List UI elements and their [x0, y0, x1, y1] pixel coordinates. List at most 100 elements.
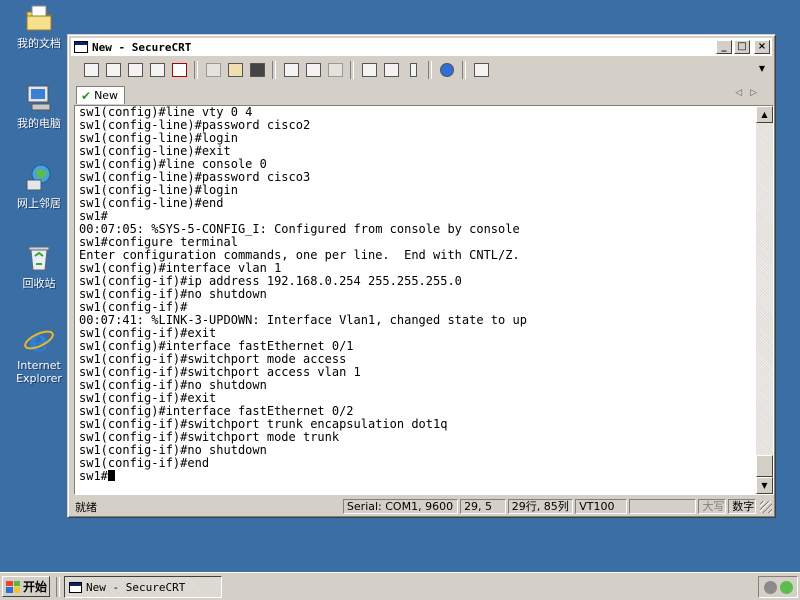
disconnect-button[interactable]	[168, 60, 190, 80]
connect-tab-icon	[127, 63, 143, 77]
windows-logo-icon	[6, 580, 20, 593]
toolbar-chevron-icon[interactable]: ▼	[759, 64, 765, 73]
session-tab-bar: ✔ New ◁▷	[74, 85, 769, 106]
status-num-lock: 数字	[728, 499, 757, 514]
terminal-prompt-line[interactable]: sw1#	[79, 470, 755, 483]
binoculars-icon	[249, 63, 265, 77]
text-cursor	[107, 470, 115, 481]
printer-icon	[327, 63, 343, 77]
toolbar-separator	[350, 61, 354, 79]
gear-icon	[383, 63, 399, 77]
print-button[interactable]	[280, 60, 302, 80]
terminal-output[interactable]: sw1(config)#line vty 0 4 sw1(config-line)…	[77, 106, 755, 494]
tray-volume-icon[interactable]	[763, 580, 777, 594]
securecrt-app-icon[interactable]	[74, 41, 88, 53]
title-bar[interactable]: New - SecureCRT _ □ ×	[71, 38, 772, 56]
toolbar-separator	[272, 61, 276, 79]
window-title: New - SecureCRT	[92, 40, 192, 54]
minimize-button[interactable]: _	[716, 40, 732, 54]
toolbar-separator	[194, 61, 198, 79]
session-options-button[interactable]	[358, 60, 380, 80]
terminal-prompt: sw1#	[79, 469, 108, 483]
task-title: New - SecureCRT	[86, 580, 186, 594]
connect-icon	[83, 63, 99, 77]
copy-icon	[205, 63, 221, 77]
paste-icon	[227, 63, 243, 77]
status-ready: 就绪	[75, 500, 97, 514]
close-icon: ×	[757, 41, 767, 52]
toolbar-separator	[462, 61, 466, 79]
scroll-up-button[interactable]: ▲	[756, 106, 773, 123]
tab-scroll-arrows-icon[interactable]: ◁▷	[735, 88, 765, 98]
desktop-icon-network-places[interactable]: 网上邻居	[6, 162, 72, 210]
paste-button[interactable]	[224, 60, 246, 80]
tab-new-session[interactable]: ✔ New	[76, 86, 126, 104]
tray-network-icon[interactable]	[779, 580, 793, 594]
desktop-icon-recycle-bin[interactable]: 回收站	[6, 242, 72, 290]
copy-button[interactable]	[202, 60, 224, 80]
minimize-icon: _	[721, 41, 727, 52]
status-empty	[628, 499, 697, 514]
print-setup-button[interactable]	[324, 60, 346, 80]
start-label: 开始	[23, 580, 48, 594]
taskbar-separator	[56, 577, 60, 597]
terminal-line: sw1(config-line)#end	[79, 196, 224, 210]
print-selection-button[interactable]	[302, 60, 324, 80]
securecrt-task-icon	[69, 581, 82, 593]
connect-button[interactable]	[80, 60, 102, 80]
session-options-icon	[361, 63, 377, 77]
svg-text:e: e	[29, 324, 48, 356]
close-button[interactable]: ×	[754, 40, 770, 54]
network-places-icon	[26, 164, 51, 191]
terminal-line: sw1(config-if)#end	[79, 456, 210, 470]
vertical-scrollbar[interactable]: ▲ ▼	[756, 106, 773, 494]
desktop-icon-label: Internet Explorer	[16, 359, 62, 385]
my-computer-icon	[27, 85, 51, 111]
scroll-down-button[interactable]: ▼	[756, 477, 773, 494]
maximize-icon: □	[737, 41, 747, 52]
find-button[interactable]	[246, 60, 268, 80]
tab-label: New	[94, 89, 119, 102]
key-icon	[409, 63, 417, 77]
scroll-thumb[interactable]	[756, 455, 773, 477]
help-icon	[440, 63, 454, 77]
terminal-area[interactable]: sw1(config)#line vty 0 4 sw1(config-line)…	[74, 105, 774, 495]
keymap-button[interactable]	[402, 60, 424, 80]
recycle-bin-icon	[28, 246, 50, 271]
reconnect-icon	[149, 63, 165, 77]
quick-connect-button[interactable]	[102, 60, 124, 80]
taskbar-item-securecrt[interactable]: New - SecureCRT	[64, 576, 222, 598]
desktop-icon-label: 我的文档	[17, 37, 61, 50]
desktop-icon-internet-explorer[interactable]: e Internet Explorer	[6, 324, 72, 385]
securecrt-window: New - SecureCRT _ □ × ▼ ✔ New ◁▷ sw1(con…	[67, 34, 776, 518]
maximize-button[interactable]: □	[734, 40, 750, 54]
desktop-icon-my-computer[interactable]: 我的电脑	[6, 82, 72, 130]
resize-grip-icon[interactable]	[760, 500, 772, 513]
status-bar: 就绪 Serial: COM1, 9600 29, 5 29行, 85列 VT1…	[71, 497, 772, 516]
help-button[interactable]	[436, 60, 458, 80]
sftp-button[interactable]	[470, 60, 492, 80]
print-selection-icon	[305, 63, 321, 77]
internet-explorer-icon: e	[24, 324, 54, 356]
taskbar: 开始 New - SecureCRT	[0, 572, 800, 600]
reconnect-button[interactable]	[146, 60, 168, 80]
global-options-button[interactable]	[380, 60, 402, 80]
desktop-icon-label: 网上邻居	[17, 197, 61, 210]
status-serial: Serial: COM1, 9600	[342, 499, 459, 514]
status-terminal-type: VT100	[575, 499, 627, 514]
start-button[interactable]: 开始	[2, 576, 50, 597]
status-caps-lock: 大写	[698, 499, 727, 514]
connect-in-tab-button[interactable]	[124, 60, 146, 80]
sftp-icon	[473, 63, 489, 77]
desktop-icon-label: 回收站	[22, 277, 56, 290]
disconnect-icon	[171, 63, 187, 77]
toolbar: ▼	[74, 58, 769, 82]
print-icon	[283, 63, 299, 77]
system-tray	[758, 576, 798, 598]
desktop-icon-my-documents[interactable]: 我的文档	[6, 2, 72, 50]
status-rows-cols: 29行, 85列	[507, 499, 574, 514]
arrow-down-icon: ▼	[761, 481, 768, 490]
connected-check-icon: ✔	[81, 88, 92, 103]
desktop-icon-label: 我的电脑	[17, 117, 61, 130]
arrow-up-icon: ▲	[761, 110, 768, 119]
